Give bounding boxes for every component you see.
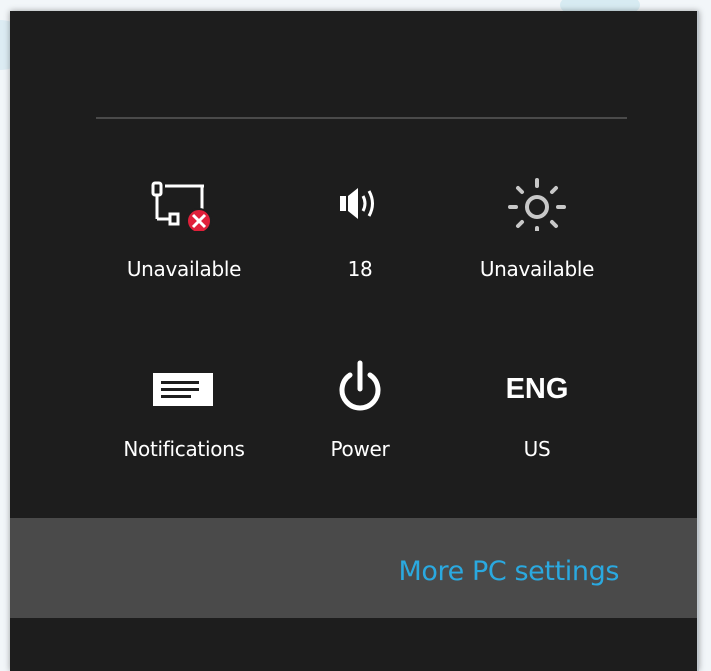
notifications-tile[interactable]: Notifications bbox=[109, 351, 259, 471]
more-pc-settings-link[interactable]: More PC settings bbox=[398, 556, 619, 587]
volume-level-label: 18 bbox=[347, 257, 373, 281]
network-tile[interactable]: Unavailable bbox=[109, 171, 259, 291]
screenshot-frame: Unavailable 18 Unavailable Notifications… bbox=[0, 0, 711, 671]
network-status-label: Unavailable bbox=[126, 257, 242, 281]
keyboard-language-icon: ENG bbox=[462, 351, 612, 411]
brightness-tile[interactable]: Unavailable bbox=[462, 171, 612, 291]
input-language-code: ENG bbox=[505, 373, 569, 405]
power-label: Power bbox=[330, 437, 390, 461]
volume-icon bbox=[285, 171, 435, 231]
notifications-icon bbox=[109, 351, 259, 411]
divider bbox=[96, 117, 627, 119]
keyboard-language-tile[interactable]: ENG US bbox=[462, 351, 612, 471]
settings-charm-panel: Unavailable 18 Unavailable Notifications… bbox=[10, 11, 699, 671]
network-unavailable-icon bbox=[109, 171, 259, 234]
keyboard-layout-label: US bbox=[523, 437, 551, 461]
brightness-icon bbox=[462, 171, 612, 236]
notifications-label: Notifications bbox=[123, 437, 245, 461]
power-tile[interactable]: Power bbox=[285, 351, 435, 471]
more-settings-bar: More PC settings bbox=[10, 518, 697, 618]
volume-tile[interactable]: 18 bbox=[285, 171, 435, 291]
brightness-status-label: Unavailable bbox=[479, 257, 595, 281]
power-icon bbox=[285, 351, 435, 411]
